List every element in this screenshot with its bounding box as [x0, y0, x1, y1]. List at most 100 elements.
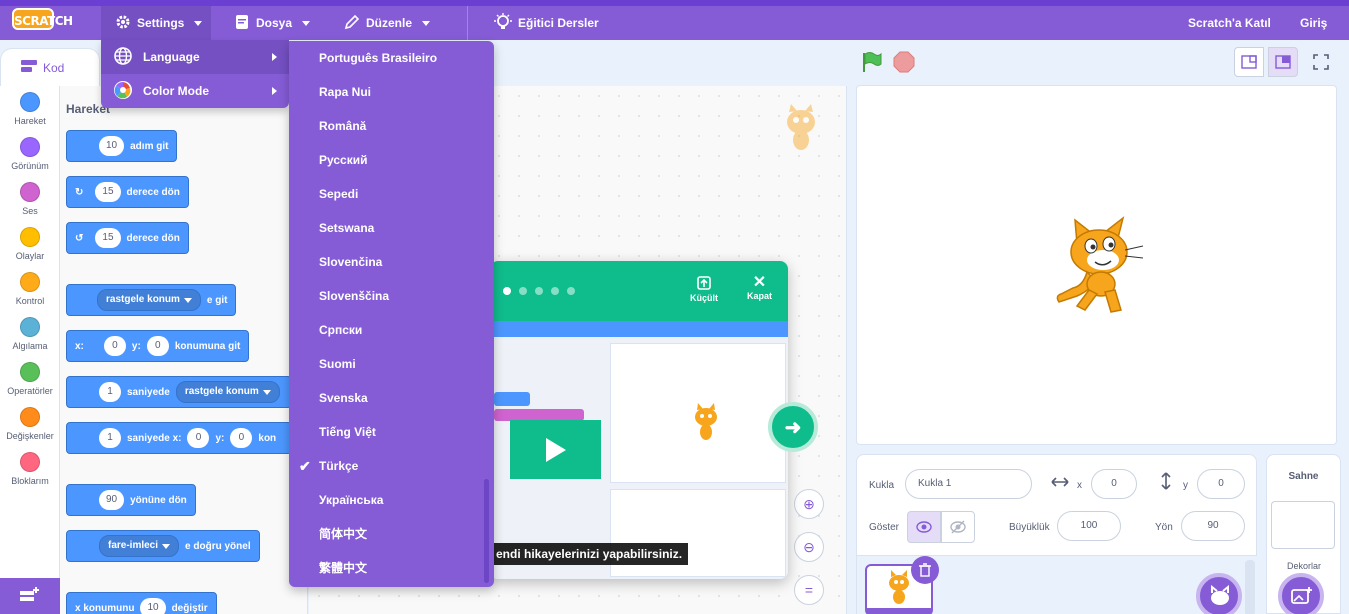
x-input[interactable]: 0: [103, 336, 126, 356]
towards-dropdown[interactable]: fare-imleci: [99, 535, 180, 557]
language-option[interactable]: 简体中文: [289, 517, 494, 551]
language-option[interactable]: Română: [289, 109, 494, 143]
category-looks[interactable]: Görünüm: [0, 137, 60, 171]
add-extension-button[interactable]: [0, 578, 60, 614]
hide-sprite-button[interactable]: [941, 511, 975, 543]
change-x-block[interactable]: x konumunu 10 değiştir: [66, 592, 217, 614]
green-flag-button[interactable]: [860, 50, 884, 79]
category-myblocks[interactable]: Bloklarım: [0, 452, 60, 486]
zoom-in-button[interactable]: ⊕: [794, 489, 824, 519]
language-option[interactable]: Setswana: [289, 211, 494, 245]
turn-right-block[interactable]: ↻ 15 derece dön: [66, 176, 189, 208]
category-variables[interactable]: Değişkenler: [0, 407, 60, 441]
progress-dot[interactable]: [551, 287, 559, 295]
block-label: y:: [215, 432, 225, 444]
progress-dot[interactable]: [567, 287, 575, 295]
add-sprite-button[interactable]: [1196, 573, 1242, 614]
size-input[interactable]: 100: [1057, 511, 1121, 541]
color-mode-menu-item[interactable]: Color Mode: [101, 74, 289, 108]
sprite-name-input[interactable]: Kukla 1: [905, 469, 1032, 499]
goto-block[interactable]: rastgele konum e git: [66, 284, 237, 316]
stop-button[interactable]: [893, 51, 915, 78]
degrees-input[interactable]: 15: [95, 182, 121, 202]
language-option[interactable]: Svenska: [289, 381, 494, 415]
point-direction-block[interactable]: 90 yönüne dön: [66, 484, 196, 516]
language-option[interactable]: Português Brasileiro: [289, 41, 494, 75]
direction-input[interactable]: 90: [99, 490, 125, 510]
sprite-list-scrollbar[interactable]: [1245, 560, 1255, 614]
stage-pane-title: Sahne: [1288, 471, 1319, 482]
add-backdrop-button[interactable]: [1278, 573, 1324, 614]
language-option[interactable]: Slovenčina: [289, 245, 494, 279]
glide-block[interactable]: 1 saniyede rastgele konum: [66, 376, 292, 408]
glide-xy-block[interactable]: 1 saniyede x: 0 y: 0 kon: [66, 422, 292, 454]
turn-left-block[interactable]: ↺ 15 derece dön: [66, 222, 189, 254]
image-add-icon: [1291, 587, 1312, 604]
y-input[interactable]: 0: [230, 428, 253, 448]
fullscreen-button[interactable]: [1306, 47, 1336, 77]
seconds-input[interactable]: 1: [99, 428, 121, 448]
progress-dot[interactable]: [535, 287, 543, 295]
language-option-selected[interactable]: ✔ Türkçe: [289, 449, 494, 483]
tutorial-next-button[interactable]: ➜: [768, 402, 818, 452]
y-position-icon: [1160, 472, 1172, 495]
language-option[interactable]: Slovenščina: [289, 279, 494, 313]
x-input[interactable]: 0: [187, 428, 210, 448]
zoom-out-button[interactable]: ⊖: [794, 532, 824, 562]
join-button[interactable]: Scratch'a Katıl: [1188, 6, 1271, 40]
show-sprite-button[interactable]: [907, 511, 941, 543]
point-towards-block[interactable]: fare-imleci e doğru yönel: [66, 530, 260, 562]
move-steps-block[interactable]: 10 adım git: [66, 130, 178, 162]
language-option[interactable]: Српски: [289, 313, 494, 347]
x-input[interactable]: 0: [1091, 469, 1137, 499]
goto-xy-block[interactable]: x: 0 y: 0 konumuna git: [66, 330, 250, 362]
shrink-button[interactable]: Küçült: [690, 275, 718, 303]
category-events[interactable]: Olaylar: [0, 227, 60, 261]
steps-input[interactable]: 10: [99, 136, 125, 156]
backdrop-thumbnail[interactable]: [1271, 501, 1335, 549]
language-option[interactable]: Rapa Nui: [289, 75, 494, 109]
scratch-logo[interactable]: SCRATCH: [12, 8, 73, 30]
edit-menu-button[interactable]: Düzenle: [344, 6, 431, 40]
direction-input[interactable]: 90: [1181, 511, 1245, 541]
y-input[interactable]: 0: [146, 336, 169, 356]
cat-sprite[interactable]: [1047, 214, 1147, 318]
goto-dropdown[interactable]: rastgele konum: [97, 289, 201, 311]
category-motion[interactable]: Hareket: [0, 92, 60, 126]
degrees-input[interactable]: 15: [95, 228, 121, 248]
language-option[interactable]: Русский: [289, 143, 494, 177]
category-sensing[interactable]: Algılama: [0, 317, 60, 351]
x-change-input[interactable]: 10: [140, 598, 166, 614]
language-option[interactable]: Українська: [289, 483, 494, 517]
language-option[interactable]: Sepedi: [289, 177, 494, 211]
language-scrollbar[interactable]: [484, 479, 489, 583]
video-play-button[interactable]: [510, 420, 601, 479]
large-stage-button[interactable]: [1268, 47, 1298, 77]
progress-dot-active[interactable]: [503, 287, 511, 295]
video-stage-preview: [610, 343, 786, 483]
category-control[interactable]: Kontrol: [0, 272, 60, 306]
glide-dropdown[interactable]: rastgele konum: [175, 381, 280, 403]
category-operators[interactable]: Operatörler: [0, 362, 60, 396]
language-menu-item[interactable]: Language: [101, 40, 289, 74]
language-option[interactable]: Suomi: [289, 347, 494, 381]
close-tutorial-button[interactable]: ✕ Kapat: [747, 275, 772, 302]
tutorials-button[interactable]: Eğitici Dersler: [494, 6, 599, 40]
category-sound[interactable]: Ses: [0, 182, 60, 216]
progress-dot[interactable]: [519, 287, 527, 295]
y-input[interactable]: 0: [1197, 469, 1245, 499]
delete-sprite-button[interactable]: [911, 556, 939, 584]
zoom-reset-button[interactable]: =: [794, 575, 824, 605]
stage-canvas[interactable]: [856, 85, 1337, 445]
settings-menu-button[interactable]: Settings: [101, 6, 211, 40]
chevron-down-icon: [262, 389, 271, 395]
small-stage-button[interactable]: [1234, 47, 1264, 77]
file-menu-button[interactable]: Dosya: [234, 6, 311, 40]
language-option[interactable]: 繁體中文: [289, 551, 494, 585]
language-option[interactable]: Tiếng Việt: [289, 415, 494, 449]
tab-code[interactable]: Kod: [0, 48, 100, 86]
seconds-input[interactable]: 1: [99, 382, 121, 402]
x-position-icon: [1051, 475, 1069, 493]
signin-button[interactable]: Giriş: [1300, 6, 1327, 40]
backdrops-label: Dekorlar: [1286, 561, 1321, 571]
